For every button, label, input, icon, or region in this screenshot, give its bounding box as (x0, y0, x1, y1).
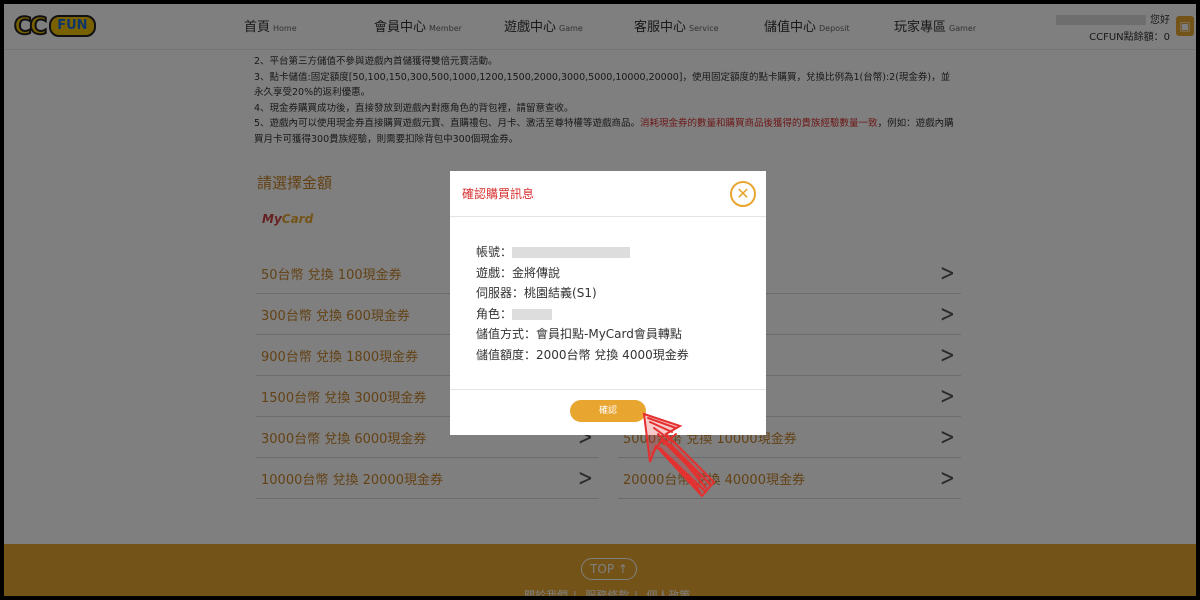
close-icon[interactable]: ✕ (730, 181, 756, 207)
amount-value: 2000台幣 兌換 4000現金券 (536, 347, 689, 362)
pointer-arrow-icon (642, 412, 716, 498)
server-label: 伺服器： (476, 286, 525, 300)
game-label: 遊戲： (476, 265, 513, 280)
modal-header: 確認購買訊息 ✕ (450, 171, 766, 217)
game-value: 金將傳說 (512, 265, 561, 280)
account-value-redacted (512, 247, 631, 258)
account-row: 帳號： (476, 242, 689, 263)
confirm-purchase-modal: 確認購買訊息 ✕ 帳號： 遊戲：金將傳說 伺服器：桃園結義(S1) 角色： 儲值… (450, 171, 766, 435)
confirm-button[interactable]: 確認 (570, 400, 646, 422)
role-label: 角色： (476, 306, 513, 321)
method-label: 儲值方式： (476, 327, 537, 341)
server-row: 伺服器：桃園結義(S1) (476, 283, 689, 304)
role-value-redacted (512, 308, 553, 320)
modal-body: 帳號： 遊戲：金將傳說 伺服器：桃園結義(S1) 角色： 儲值方式：會員扣點-M… (476, 242, 689, 365)
account-label: 帳號： (476, 245, 513, 259)
amount-row: 儲值額度：2000台幣 兌換 4000現金券 (476, 345, 689, 366)
method-value: 會員扣點-MyCard會員轉點 (536, 327, 682, 341)
amount-label: 儲值額度： (476, 347, 537, 362)
browser-frame: CC FUN 首頁Home 會員中心Member 遊戲中心Game 客服中心Se… (0, 0, 1200, 600)
game-row: 遊戲：金將傳說 (476, 263, 689, 284)
server-value: 桃園結義(S1) (524, 286, 597, 300)
modal-title: 確認購買訊息 (462, 187, 535, 201)
role-row: 角色： (476, 304, 689, 325)
method-row: 儲值方式：會員扣點-MyCard會員轉點 (476, 324, 689, 345)
